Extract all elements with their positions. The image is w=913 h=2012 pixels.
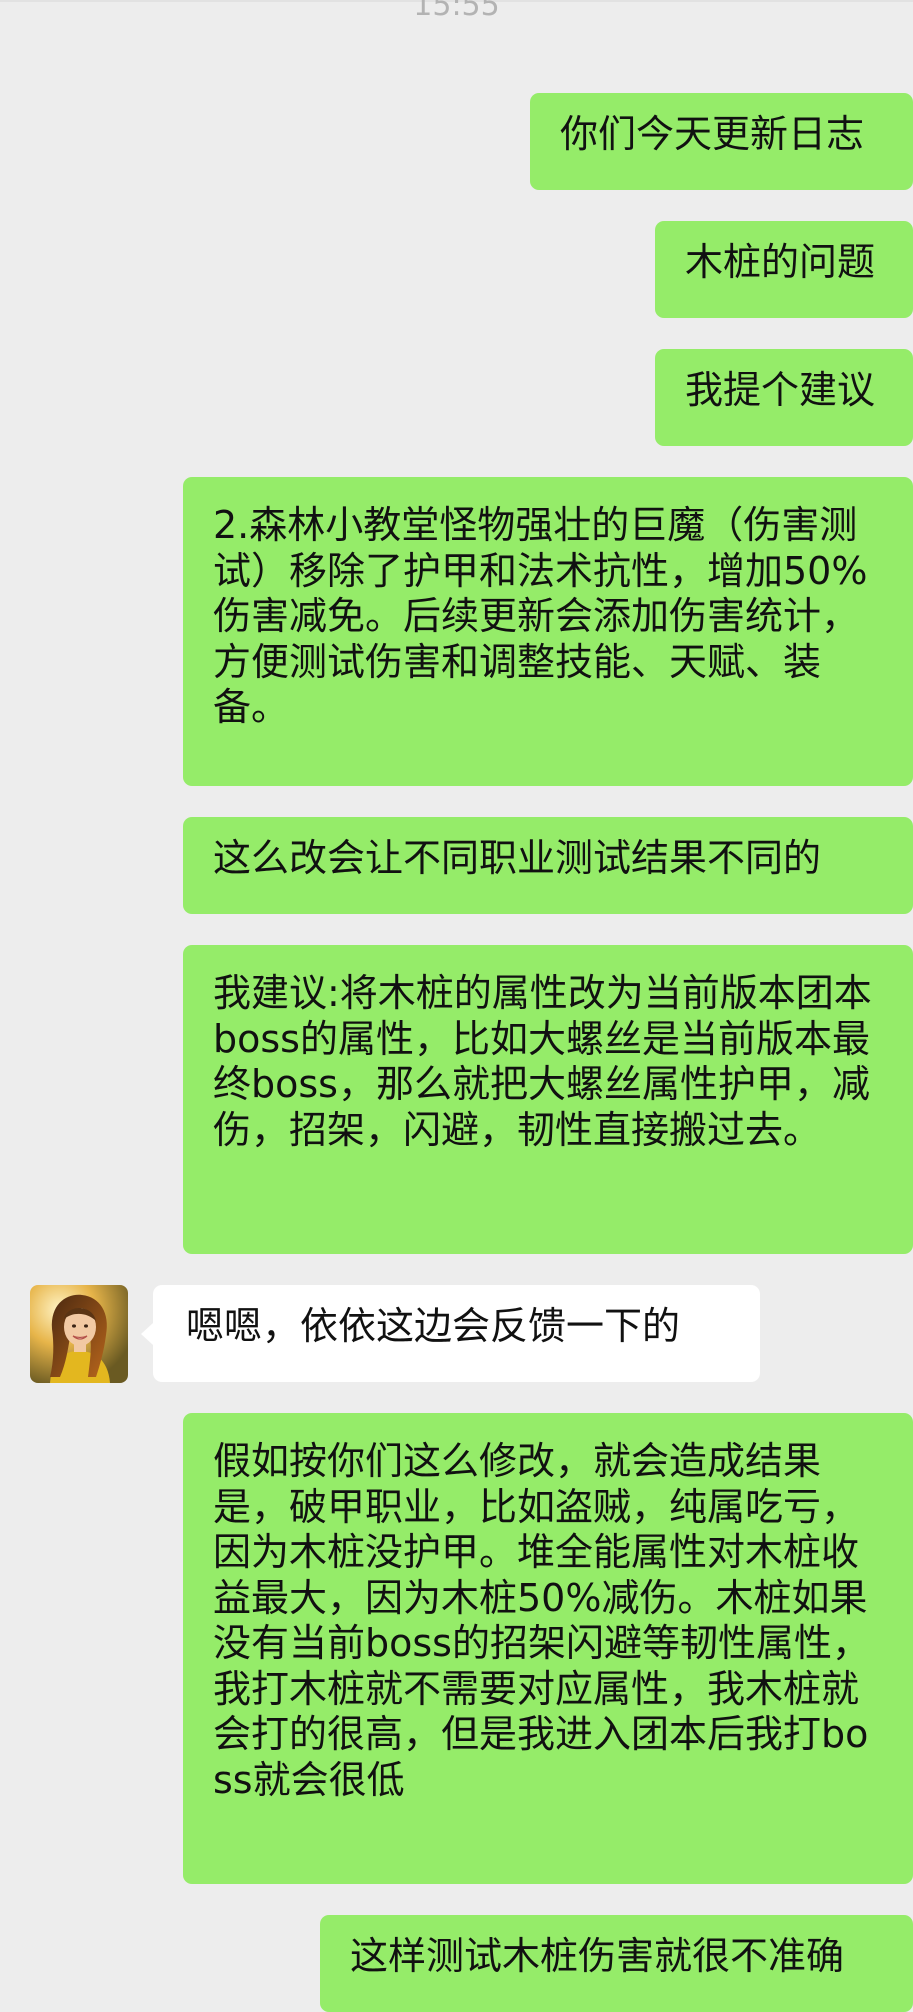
avatar-image bbox=[30, 1285, 128, 1383]
outgoing-message-bubble[interactable]: 假如按你们这么修改，就会造成结果是，破甲职业，比如盗贼，纯属吃亏，因为木桩没护甲… bbox=[183, 1413, 913, 1884]
incoming-bubble-tail bbox=[141, 1323, 153, 1345]
outgoing-message-bubble[interactable]: 你们今天更新日志 bbox=[530, 93, 913, 190]
message-text: 这样测试木桩伤害就很不准确 bbox=[350, 1934, 845, 1978]
outgoing-message-bubble[interactable]: 我提个建议 bbox=[655, 349, 913, 446]
outgoing-message-bubble[interactable]: 我建议:将木桩的属性改为当前版本团本boss的属性，比如大螺丝是当前版本最终bo… bbox=[183, 945, 913, 1254]
message-text: 木桩的问题 bbox=[685, 240, 876, 284]
message-text: 假如按你们这么修改，就会造成结果是，破甲职业，比如盗贼，纯属吃亏，因为木桩没护甲… bbox=[213, 1439, 870, 1802]
outgoing-message-bubble[interactable]: 这样测试木桩伤害就很不准确 bbox=[320, 1915, 913, 2012]
contact-avatar[interactable] bbox=[30, 1285, 128, 1383]
message-text: 嗯嗯，依依这边会反馈一下的 bbox=[186, 1304, 681, 1348]
outgoing-message-bubble[interactable]: 木桩的问题 bbox=[655, 221, 913, 318]
chat-message-list[interactable]: 你们今天更新日志 木桩的问题 我提个建议 2.森林小教堂怪物强壮的巨魔（伤害测试… bbox=[0, 0, 913, 2012]
message-text: 2.森林小教堂怪物强壮的巨魔（伤害测试）移除了护甲和法术抗性，增加50%伤害减免… bbox=[213, 503, 868, 729]
outgoing-message-bubble[interactable]: 2.森林小教堂怪物强壮的巨魔（伤害测试）移除了护甲和法术抗性，增加50%伤害减免… bbox=[183, 477, 913, 786]
incoming-message-bubble[interactable]: 嗯嗯，依依这边会反馈一下的 bbox=[153, 1285, 760, 1382]
message-text: 我提个建议 bbox=[685, 368, 876, 412]
message-text: 你们今天更新日志 bbox=[560, 112, 865, 156]
message-text: 我建议:将木桩的属性改为当前版本团本boss的属性，比如大螺丝是当前版本最终bo… bbox=[213, 971, 872, 1152]
outgoing-message-bubble[interactable]: 这么改会让不同职业测试结果不同的 bbox=[183, 817, 913, 914]
message-text: 这么改会让不同职业测试结果不同的 bbox=[213, 836, 822, 880]
